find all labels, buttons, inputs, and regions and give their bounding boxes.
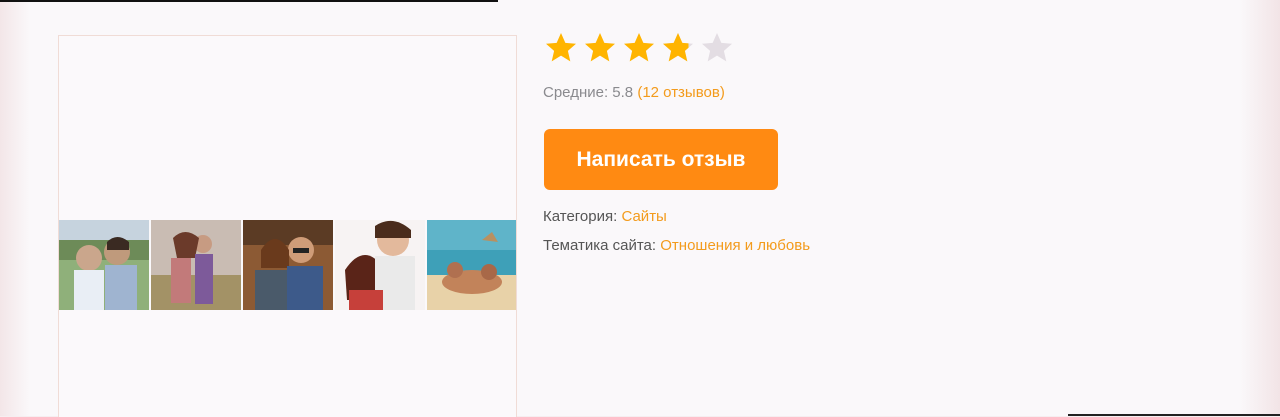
left-edge-shadow [0,0,30,416]
star-half-icon [663,33,693,62]
photo-strip [59,220,516,310]
couple-photo-3 [243,220,333,310]
rating-stars[interactable] [543,30,735,66]
star-icon [546,33,576,62]
couple-photo-2 [151,220,241,310]
average-value: 5.8 [612,84,634,101]
average-rating: Средние: 5.8 (12 отзывов) [543,84,725,101]
top-divider [0,0,498,2]
couple-photo-1 [59,220,149,310]
right-edge-shadow [1240,0,1280,416]
couple-photo-4 [335,220,425,310]
topic-link[interactable]: Отношения и любовь [660,237,810,254]
average-label: Средние: [543,84,609,101]
star-icon [585,33,615,62]
write-review-button[interactable]: Написать отзыв [544,129,778,190]
category-link[interactable]: Сайты [621,208,666,225]
site-preview-image [58,35,517,417]
star-icon [624,33,654,62]
star-empty-icon [702,33,732,62]
topic-row: Тематика сайта: Отношения и любовь [543,237,810,254]
page-background: Средние: 5.8 (12 отзывов) Написать отзыв… [0,0,1280,417]
category-row: Категория: Сайты [543,208,667,225]
reviews-count-link[interactable]: (12 отзывов) [637,84,725,101]
category-label: Категория: [543,208,618,225]
topic-label: Тематика сайта: [543,237,657,254]
beach-photo [427,220,516,310]
